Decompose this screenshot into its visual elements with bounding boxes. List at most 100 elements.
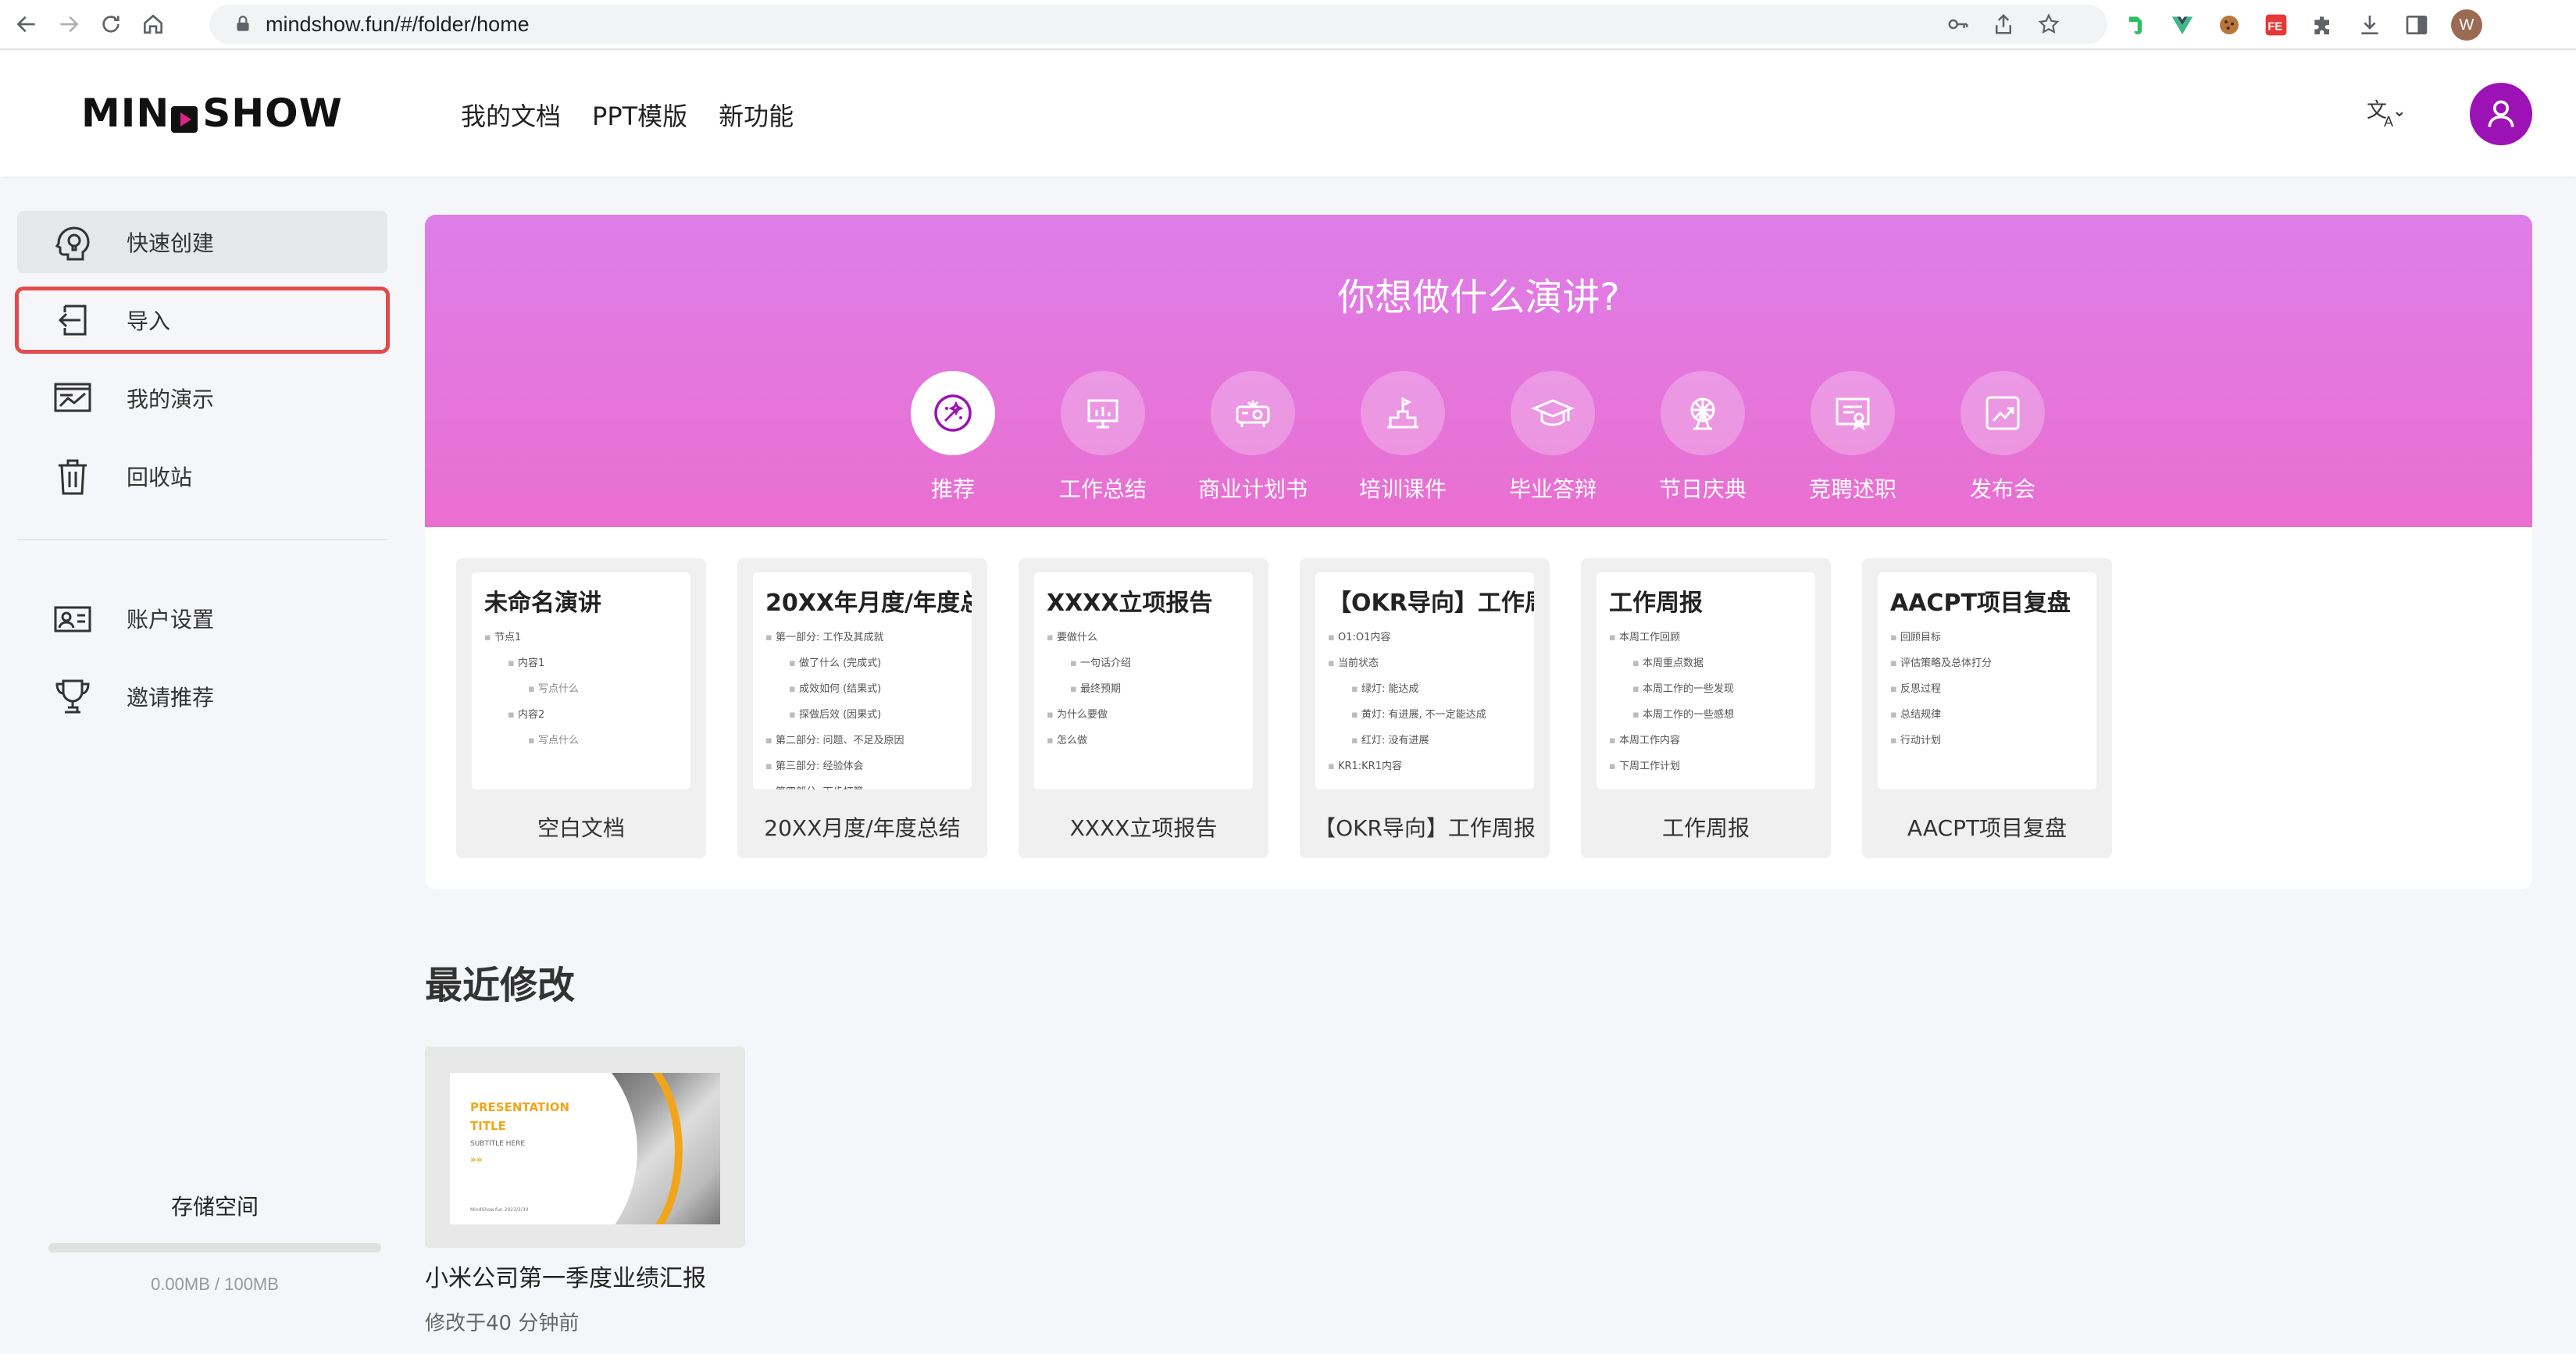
fe-helper-extension-icon[interactable]: FE [2264, 12, 2289, 37]
thumbnail-orange-arc [542, 1073, 683, 1224]
user-avatar[interactable] [2470, 83, 2532, 145]
mindshow-logo[interactable]: MIN SHOW [81, 91, 343, 136]
category-label: 毕业答辩 [1508, 476, 1597, 502]
template-card[interactable]: 【OKR导向】工作周报 O1:O1内容当前状态绿灯: 能达成黄灯: 有进展, 不一… [1300, 558, 1550, 858]
template-preview-line: 绿灯: 能达成 [1328, 680, 1522, 695]
category-business-plan[interactable]: 商业计划书 [1178, 371, 1328, 504]
template-preview-line: O1:O1内容 [1328, 629, 1522, 643]
template-preview-line: 评估策略及总体打分 [1890, 654, 2084, 669]
template-card[interactable]: 工作周报本周工作回顾本周重点数据本周工作的一些发现本周工作的一些感想本周工作内容… [1581, 558, 1831, 858]
ferris-wheel-icon [1690, 397, 1715, 430]
category-work-summary[interactable]: 工作总结 [1028, 371, 1178, 504]
vue-devtools-extension-icon[interactable] [2170, 12, 2195, 37]
template-preview-line: 本周工作内容 [1609, 732, 1803, 746]
sidebar-item-invite[interactable]: 邀请推荐 [17, 665, 387, 728]
app-header: MIN SHOW 我的文档 PPT模版 新功能 文A [0, 52, 2576, 176]
category-job-report[interactable]: 竞聘述职 [1778, 371, 1928, 504]
side-panel-icon[interactable] [2404, 12, 2429, 37]
back-icon[interactable] [11, 9, 42, 40]
category-row: 推荐 工作总结 商业计划书 培训课件 毕业答辩 节日庆典 竞聘述职 发布会 [878, 371, 2078, 504]
sidebar-item-quick-create[interactable]: 快速创建 [17, 211, 387, 273]
category-label: 推荐 [930, 476, 975, 502]
sidebar-item-label: 账户设置 [127, 607, 215, 632]
sidebar-item-label: 导入 [127, 308, 171, 334]
template-preview-line: 成效如何 (结果式) [765, 680, 959, 695]
address-bar[interactable]: mindshow.fun/#/folder/home [209, 5, 2107, 44]
hero-title: 你想做什么演讲? [1337, 276, 1620, 319]
trophy-icon [50, 674, 95, 719]
category-training[interactable]: 培训课件 [1328, 371, 1478, 504]
sidebar-item-my-presentations[interactable]: 我的演示 [17, 367, 387, 429]
recent-presentation-name[interactable]: 小米公司第一季度业绩汇报 [425, 1259, 706, 1293]
category-recommended[interactable]: 推荐 [878, 371, 1028, 504]
account-settings-icon [50, 596, 95, 641]
reload-icon[interactable] [95, 9, 127, 40]
cookie-extension-icon[interactable] [2217, 12, 2242, 37]
template-preview-line: 为什么要做 [1047, 706, 1240, 721]
language-switcher[interactable]: 文A [2365, 95, 2403, 133]
presentation-icon [50, 376, 95, 421]
forward-icon[interactable] [53, 9, 84, 40]
template-preview-line: 写点什么 [484, 680, 678, 695]
template-card[interactable]: 20XX年月度/年度总结第一部分: 工作及其成就做了什么 (完成式) 成效如何 (… [737, 558, 987, 858]
template-preview: 未命名演讲节点1内容1写点什么内容2写点什么 [472, 572, 690, 789]
storage-panel: 存储空间 0.00MB / 100MB [48, 1190, 381, 1295]
template-preview-line: 做了什么 (完成式) [765, 654, 959, 669]
nav-new-features[interactable]: 新功能 [719, 97, 794, 133]
nav-ppt-templates[interactable]: PPT模版 [592, 97, 687, 133]
category-icon-circle [1661, 371, 1745, 455]
nav-my-documents[interactable]: 我的文档 [461, 97, 561, 133]
chart-board-icon [1087, 399, 1119, 429]
logo-text-right: SHOW [202, 91, 343, 136]
sidebar-item-import[interactable]: 导入 [15, 287, 390, 354]
downloads-icon[interactable] [2357, 12, 2382, 37]
template-name: XXXX立项报告 [1069, 815, 1218, 841]
magic-wand-icon [934, 394, 972, 432]
template-preview-line: 下周工作计划 [1609, 757, 1803, 772]
browser-toolbar: mindshow.fun/#/folder/home FE W [0, 0, 2576, 50]
template-card[interactable]: 未命名演讲节点1内容1写点什么内容2写点什么空白文档 [456, 558, 706, 858]
recent-presentation-modified-time: 修改于40 分钟前 [425, 1312, 580, 1335]
thumbnail-subtitle: SUBTITLE HERE [470, 1140, 526, 1148]
template-preview-line: 反思过程 [1890, 680, 2084, 695]
browser-profile-avatar[interactable]: W [2451, 9, 2482, 41]
sidebar-item-account-settings[interactable]: 账户设置 [17, 587, 387, 650]
thumbnail-footer: MindShow.fun 2023/3/30 [470, 1207, 529, 1213]
translate-icon[interactable]: 文A [2365, 95, 2403, 133]
podium-flag-icon [1387, 397, 1418, 429]
template-preview-line: 当前状态 [1328, 654, 1522, 669]
extensions-puzzle-icon[interactable] [2310, 12, 2335, 37]
template-card[interactable]: XXXX立项报告要做什么一句话介绍最终预期为什么要做怎么做XXXX立项报告 [1019, 558, 1268, 858]
template-card[interactable]: AACPT项目复盘回顾目标评估策略及总体打分反思过程总结规律行动计划AACPT项… [1862, 558, 2112, 858]
trend-chart-icon [1986, 396, 2020, 430]
template-name: 工作周报 [1661, 815, 1750, 841]
lock-icon[interactable] [233, 14, 253, 34]
category-festival[interactable]: 节日庆典 [1628, 371, 1778, 504]
template-preview-line: 行动计划 [1890, 732, 2084, 746]
import-icon [50, 298, 95, 343]
url-text[interactable]: mindshow.fun/#/folder/home [266, 12, 530, 37]
category-label: 商业计划书 [1197, 476, 1308, 502]
category-icon-circle [911, 371, 995, 455]
user-icon [2488, 100, 2514, 127]
key-icon[interactable] [1946, 12, 1970, 36]
logo-text-left: MIN [81, 91, 170, 136]
category-icon-circle [1961, 371, 2045, 455]
category-graduation[interactable]: 毕业答辩 [1478, 371, 1628, 504]
sidebar-item-label: 我的演示 [127, 387, 215, 412]
sidebar-item-label: 邀请推荐 [127, 685, 215, 711]
sidebar: 快速创建 导入 我的演示 回收站 账户设置 邀请推荐 [15, 211, 390, 743]
category-label: 节日庆典 [1658, 476, 1746, 502]
category-launch-event[interactable]: 发布会 [1928, 371, 2078, 504]
sidebar-item-label: 快速创建 [127, 230, 215, 256]
template-preview-title: 未命名演讲 [484, 590, 601, 617]
share-icon[interactable] [1992, 12, 2015, 36]
bookmark-star-icon[interactable] [2037, 12, 2060, 36]
evernote-extension-icon[interactable] [2123, 12, 2148, 37]
recent-presentation-card[interactable]: PRESENTATION TITLE SUBTITLE HERE »» Mind… [425, 1046, 745, 1248]
sidebar-item-trash[interactable]: 回收站 [17, 445, 387, 508]
category-icon-circle [1511, 371, 1595, 455]
category-icon-circle [1061, 371, 1145, 455]
category-label: 发布会 [1969, 476, 2035, 502]
home-icon[interactable] [137, 9, 169, 40]
